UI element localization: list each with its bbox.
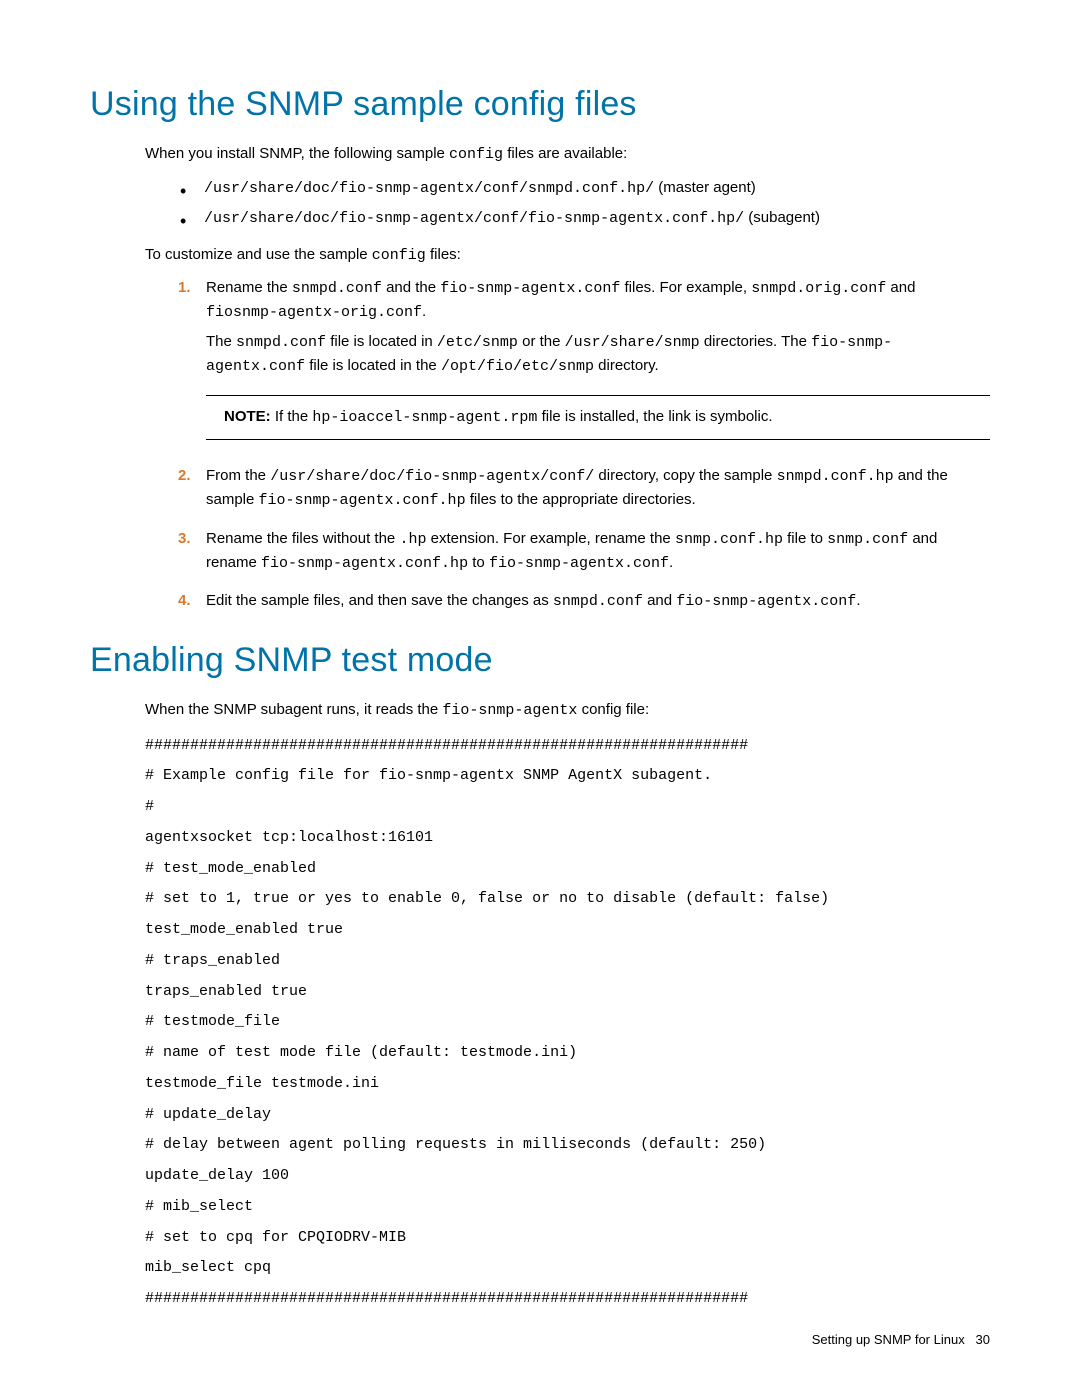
- inline-code: .hp: [399, 531, 426, 548]
- text: file to: [783, 530, 827, 547]
- inline-code: fio-snmp-agentx.conf: [676, 593, 856, 610]
- inline-code: snmpd.conf: [553, 593, 643, 610]
- text: directory.: [594, 357, 659, 374]
- list-item: /usr/share/doc/fio-snmp-agentx/conf/snmp…: [180, 174, 990, 204]
- step-3: Rename the files without the .hp extensi…: [178, 527, 990, 576]
- step-2: From the /usr/share/doc/fio-snmp-agentx/…: [178, 464, 990, 513]
- text: files:: [426, 246, 461, 263]
- inline-code: snmpd.conf: [292, 280, 382, 297]
- text: The: [206, 333, 236, 350]
- text: (master agent): [654, 179, 756, 196]
- bullet-list: /usr/share/doc/fio-snmp-agentx/conf/snmp…: [90, 174, 990, 233]
- file-path: /usr/share/doc/fio-snmp-agentx/conf/fio-…: [204, 210, 744, 227]
- inline-code: snmp.conf: [827, 531, 908, 548]
- text: files are available:: [503, 145, 627, 162]
- file-path: /usr/share/doc/fio-snmp-agentx/conf/snmp…: [204, 180, 654, 197]
- note-content: NOTE: If the hp-ioaccel-snmp-agent.rpm f…: [206, 396, 990, 440]
- text: file is located in: [326, 333, 437, 350]
- text: and the: [382, 279, 440, 296]
- divider: [206, 439, 990, 440]
- inline-code: fio-snmp-agentx.conf.hp: [259, 492, 466, 509]
- intro-paragraph: When you install SNMP, the following sam…: [90, 142, 990, 166]
- note-block: NOTE: If the hp-ioaccel-snmp-agent.rpm f…: [206, 395, 990, 441]
- text: files. For example,: [620, 279, 751, 296]
- section-heading-using-snmp: Using the SNMP sample config files: [90, 85, 990, 124]
- text: config file:: [577, 701, 649, 718]
- text: and: [886, 279, 915, 296]
- section2-intro: When the SNMP subagent runs, it reads th…: [90, 698, 990, 722]
- footer-text: Setting up SNMP for Linux: [812, 1332, 965, 1347]
- text: From the: [206, 467, 270, 484]
- inline-code: /etc/snmp: [437, 334, 518, 351]
- inline-code: fio-snmp-agentx: [442, 702, 577, 719]
- inline-code: /opt/fio/etc/snmp: [441, 358, 594, 375]
- page-number: 30: [976, 1332, 990, 1347]
- text: (subagent): [744, 209, 820, 226]
- text: directories. The: [700, 333, 811, 350]
- text: To customize and use the sample: [145, 246, 372, 263]
- section-heading-enabling-test-mode: Enabling SNMP test mode: [90, 641, 990, 680]
- text: Rename the files without the: [206, 530, 399, 547]
- text: file is installed, the link is symbolic.: [537, 408, 772, 425]
- text: When you install SNMP, the following sam…: [145, 145, 449, 162]
- note-label: NOTE:: [224, 408, 275, 425]
- inline-code: snmpd.conf.hp: [777, 468, 894, 485]
- text: .: [856, 592, 860, 609]
- inline-code: fio-snmp-agentx.conf.hp: [261, 555, 468, 572]
- text: .: [669, 554, 673, 571]
- document-page: Using the SNMP sample config files When …: [0, 0, 1080, 1397]
- inline-code: /usr/share/doc/fio-snmp-agentx/conf/: [270, 468, 594, 485]
- text: If the: [275, 408, 313, 425]
- inline-code: snmp.conf.hp: [675, 531, 783, 548]
- config-file-block: ########################################…: [90, 731, 990, 1315]
- numbered-list: Rename the snmpd.conf and the fio-snmp-a…: [90, 276, 990, 614]
- inline-code: config: [449, 146, 503, 163]
- text: directory, copy the sample: [594, 467, 776, 484]
- text: .: [422, 303, 426, 320]
- inline-code: config: [372, 247, 426, 264]
- text: and: [643, 592, 676, 609]
- customize-paragraph: To customize and use the sample config f…: [90, 243, 990, 267]
- inline-code: snmpd.conf: [236, 334, 326, 351]
- text: Edit the sample files, and then save the…: [206, 592, 553, 609]
- text: Rename the: [206, 279, 292, 296]
- text: file is located in the: [305, 357, 441, 374]
- text: to: [468, 554, 489, 571]
- inline-code: snmpd.orig.conf: [751, 280, 886, 297]
- text: extension. For example, rename the: [426, 530, 674, 547]
- text: files to the appropriate directories.: [466, 491, 696, 508]
- list-item: /usr/share/doc/fio-snmp-agentx/conf/fio-…: [180, 204, 990, 234]
- step-1-detail: The snmpd.conf file is located in /etc/s…: [206, 330, 990, 379]
- page-footer: Setting up SNMP for Linux 30: [812, 1332, 990, 1347]
- step-4: Edit the sample files, and then save the…: [178, 589, 990, 613]
- text: or the: [518, 333, 565, 350]
- inline-code: /usr/share/snmp: [565, 334, 700, 351]
- step-1: Rename the snmpd.conf and the fio-snmp-a…: [178, 276, 990, 441]
- inline-code: fio-snmp-agentx.conf: [440, 280, 620, 297]
- text: When the SNMP subagent runs, it reads th…: [145, 701, 442, 718]
- inline-code: fiosnmp-agentx-orig.conf: [206, 304, 422, 321]
- inline-code: fio-snmp-agentx.conf: [489, 555, 669, 572]
- inline-code: hp-ioaccel-snmp-agent.rpm: [312, 409, 537, 426]
